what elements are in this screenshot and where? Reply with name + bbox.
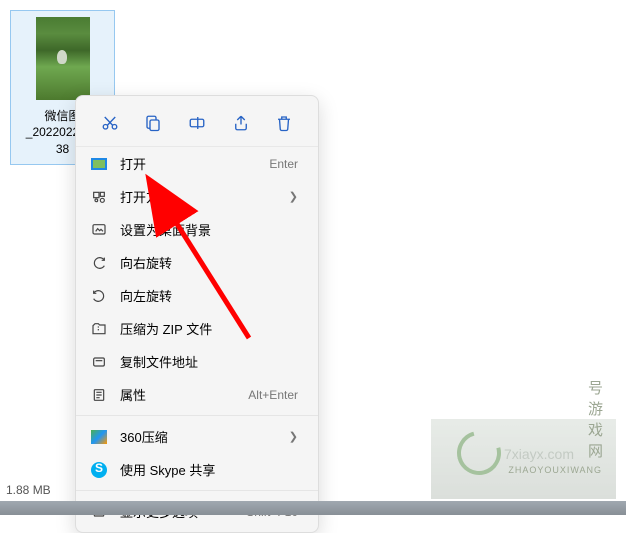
menu-compress-zip[interactable]: 压缩为 ZIP 文件 [76,312,318,345]
zip-icon [90,320,108,338]
menu-label: 属性 [120,385,248,404]
rotate-right-icon [90,254,108,272]
skype-icon [90,461,108,479]
copy-path-icon [90,353,108,371]
chevron-right-icon: ❯ [289,430,298,443]
menu-label: 复制文件地址 [120,352,298,371]
rotate-left-icon [90,287,108,305]
menu-rotate-right[interactable]: 向右旋转 [76,246,318,279]
taskbar [0,501,626,515]
menu-separator [76,415,318,416]
menu-label: 向左旋转 [120,286,298,305]
action-bar [76,100,318,147]
menu-skype-share[interactable]: 使用 Skype 共享 [76,453,318,486]
menu-set-wallpaper[interactable]: 设置为桌面背景 [76,213,318,246]
menu-label: 打开方式 [120,187,289,206]
menu-copy-path[interactable]: 复制文件地址 [76,345,318,378]
menu-shortcut: Alt+Enter [248,388,298,402]
menu-open-with[interactable]: 打开方式 ❯ [76,180,318,213]
menu-label: 360压缩 [120,427,289,446]
menu-label: 使用 Skype 共享 [120,460,298,479]
file-thumbnail [36,17,90,100]
menu-label: 向右旋转 [120,253,298,272]
watermark-brand-sub: ZHAOYOUXIWANG [508,465,602,475]
delete-button[interactable] [266,108,302,138]
menu-360-compress[interactable]: 360压缩 ❯ [76,420,318,453]
menu-shortcut: Enter [269,157,298,171]
menu-label: 打开 [120,154,269,173]
360-icon [90,428,108,446]
chevron-right-icon: ❯ [289,190,298,203]
menu-label: 压缩为 ZIP 文件 [120,319,298,338]
copy-icon [144,114,162,132]
menu-properties[interactable]: 属性 Alt+Enter [76,378,318,411]
context-menu: 打开 Enter 打开方式 ❯ 设置为桌面背景 向右旋转 [75,95,319,533]
share-icon [232,114,250,132]
open-image-icon [90,155,108,173]
delete-icon [275,114,293,132]
status-bar: 1.88 MB [0,479,57,501]
watermark-site: 7xiayx.com [504,446,574,462]
wallpaper-icon [90,221,108,239]
copy-button[interactable] [135,108,171,138]
properties-icon [90,386,108,404]
share-button[interactable] [223,108,259,138]
cut-button[interactable] [92,108,128,138]
menu-separator [76,490,318,491]
rename-icon [188,114,206,132]
rename-button[interactable] [179,108,215,138]
menu-label: 设置为桌面背景 [120,220,298,239]
menu-rotate-left[interactable]: 向左旋转 [76,279,318,312]
file-size: 1.88 MB [6,483,51,497]
menu-open[interactable]: 打开 Enter [76,147,318,180]
cut-icon [101,114,119,132]
watermark-brand: 号游戏网 [588,377,604,461]
open-with-icon [90,188,108,206]
